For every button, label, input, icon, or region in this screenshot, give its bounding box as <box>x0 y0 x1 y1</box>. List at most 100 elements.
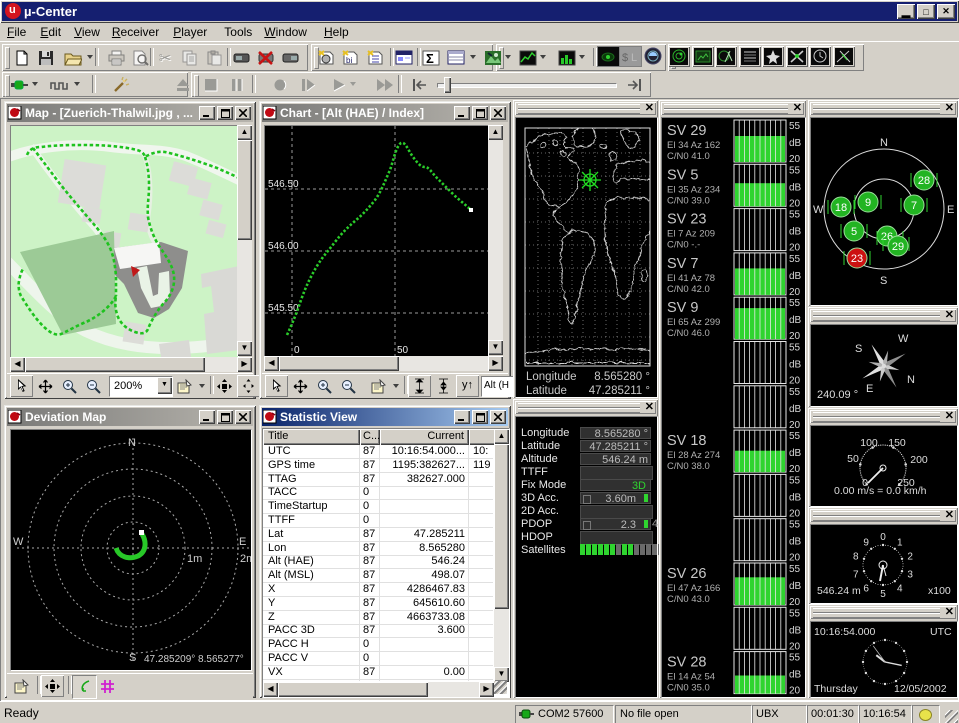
svg-text:N: N <box>880 137 888 149</box>
svg-text:El 28 Az 274: El 28 Az 274 <box>667 450 720 461</box>
svg-text:55: 55 <box>789 210 801 221</box>
svg-text:El 35 Az 234: El 35 Az 234 <box>667 184 720 195</box>
svg-text:6: 6 <box>863 584 869 595</box>
svg-text:20: 20 <box>789 331 801 342</box>
svg-text:dB: dB <box>789 227 802 238</box>
svg-text:El 14 Az 54: El 14 Az 54 <box>667 672 715 683</box>
svg-text:S: S <box>129 652 136 664</box>
svg-text:9: 9 <box>863 537 869 548</box>
svg-text:55: 55 <box>789 653 801 664</box>
svg-text:3: 3 <box>907 569 913 580</box>
svg-text:55: 55 <box>789 121 801 132</box>
svg-text:C/N0 46.0: C/N0 46.0 <box>667 328 710 339</box>
svg-text:dB: dB <box>789 492 802 503</box>
svg-text:C/N0 43.0: C/N0 43.0 <box>667 594 710 605</box>
svg-text:dB: dB <box>789 625 802 636</box>
svg-text:20: 20 <box>789 420 801 431</box>
svg-text:20: 20 <box>789 641 801 652</box>
svg-text:SV 29: SV 29 <box>667 123 707 139</box>
svg-text:C/N0 42.0: C/N0 42.0 <box>667 284 710 295</box>
svg-text:dB: dB <box>789 670 802 681</box>
svg-text:7: 7 <box>911 200 917 212</box>
svg-text:50: 50 <box>397 345 409 356</box>
svg-text:8.565280 °: 8.565280 ° <box>594 371 650 383</box>
svg-text:20: 20 <box>789 243 801 254</box>
svg-text:0: 0 <box>294 345 300 356</box>
svg-text:100: 100 <box>860 437 878 449</box>
svg-text:bi: bi <box>346 56 352 65</box>
svg-text:dB: dB <box>789 404 802 415</box>
svg-text:E: E <box>239 536 246 548</box>
svg-text:dB: dB <box>789 360 802 371</box>
svg-text:55: 55 <box>789 387 801 398</box>
svg-text:55: 55 <box>789 298 801 309</box>
svg-text:1m: 1m <box>187 553 202 565</box>
svg-text:W: W <box>898 333 909 345</box>
svg-text:2: 2 <box>907 552 913 563</box>
svg-text:20: 20 <box>789 287 801 298</box>
svg-text:20: 20 <box>789 553 801 564</box>
svg-text:20: 20 <box>789 508 801 519</box>
svg-text:dB: dB <box>789 138 802 149</box>
svg-text:546.00: 546.00 <box>268 241 299 252</box>
svg-text:20: 20 <box>789 597 801 608</box>
svg-text:S: S <box>855 343 862 355</box>
svg-text:SV 26: SV 26 <box>667 566 707 582</box>
svg-text:dB: dB <box>789 581 802 592</box>
svg-text:N: N <box>128 437 136 449</box>
svg-text:Thursday: Thursday <box>814 683 859 695</box>
svg-text:1: 1 <box>897 537 903 548</box>
svg-text:0.00 m/s = 0.0 km/h: 0.00 m/s = 0.0 km/h <box>834 485 927 497</box>
svg-text:Longitude: Longitude <box>526 371 577 383</box>
svg-text:18: 18 <box>835 202 847 214</box>
svg-text:240.09 °: 240.09 ° <box>817 389 858 401</box>
svg-text:SV 9: SV 9 <box>667 300 698 316</box>
svg-text:Latitude: Latitude <box>526 385 567 395</box>
svg-text:E: E <box>947 204 954 216</box>
svg-text:El 34 Az 162: El 34 Az 162 <box>667 140 720 151</box>
svg-text:50: 50 <box>847 453 859 465</box>
svg-text:55: 55 <box>789 608 801 619</box>
svg-text:C/N0 -.-: C/N0 -.- <box>667 240 700 251</box>
svg-text:SV 28: SV 28 <box>667 655 707 671</box>
svg-text:W: W <box>13 536 24 548</box>
svg-text:55: 55 <box>789 254 801 265</box>
svg-text:UTC: UTC <box>930 626 952 638</box>
svg-text:55: 55 <box>789 165 801 176</box>
svg-text:El 7 Az 209: El 7 Az 209 <box>667 229 715 240</box>
svg-text:El 65 Az 299: El 65 Az 299 <box>667 317 720 328</box>
svg-text:N: N <box>907 374 915 386</box>
svg-text:12/05/2002: 12/05/2002 <box>894 683 947 695</box>
svg-text:4: 4 <box>897 584 903 595</box>
svg-text:545.50: 545.50 <box>268 303 299 314</box>
svg-text:200: 200 <box>910 454 928 466</box>
svg-text:55: 55 <box>789 475 801 486</box>
svg-text:E: E <box>866 383 873 395</box>
svg-text:dB: dB <box>789 448 802 459</box>
svg-text:55: 55 <box>789 564 801 575</box>
svg-text:150: 150 <box>888 437 906 449</box>
svg-text:29: 29 <box>892 241 904 253</box>
svg-text:L: L <box>631 52 637 64</box>
svg-text:5: 5 <box>851 226 857 238</box>
svg-text:20: 20 <box>789 376 801 387</box>
svg-text:0: 0 <box>880 532 886 543</box>
svg-text:W: W <box>813 204 824 216</box>
svg-text:55: 55 <box>789 343 801 354</box>
svg-text:dB: dB <box>789 537 802 548</box>
svg-text:20: 20 <box>789 686 801 695</box>
svg-text:20: 20 <box>789 154 801 165</box>
svg-text:El 41 Az 78: El 41 Az 78 <box>667 273 715 284</box>
svg-text:47.285211 °: 47.285211 ° <box>589 385 650 395</box>
svg-text:C/N0 39.0: C/N0 39.0 <box>667 195 710 206</box>
svg-text:23: 23 <box>851 253 863 265</box>
svg-text:5: 5 <box>880 589 886 600</box>
svg-text:C/N0 35.0: C/N0 35.0 <box>667 683 710 694</box>
svg-text:S: S <box>880 275 887 287</box>
svg-text:dB: dB <box>789 315 802 326</box>
svg-text:546.24 m: 546.24 m <box>817 585 861 597</box>
svg-text:SV 5: SV 5 <box>667 167 698 183</box>
svg-text:55: 55 <box>789 431 801 442</box>
svg-text:SV 7: SV 7 <box>667 256 698 272</box>
svg-text:20: 20 <box>789 198 801 209</box>
